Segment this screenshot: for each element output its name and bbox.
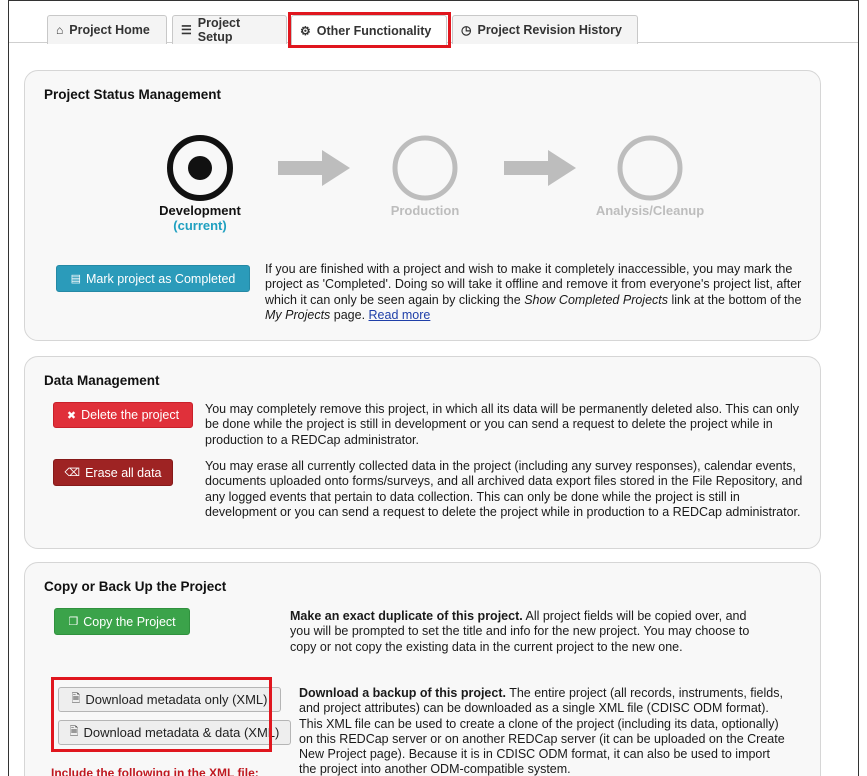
read-more-link[interactable]: Read more <box>369 308 431 322</box>
history-icon: ◷ <box>461 23 472 37</box>
panel-title: Copy or Back Up the Project <box>44 579 227 594</box>
step-analysis-label: Analysis/Cleanup <box>595 203 705 218</box>
backspace-icon: ⌫ <box>64 467 81 479</box>
erase-all-data-button[interactable]: ⌫ Erase all data <box>53 459 173 486</box>
mark-completed-description: If you are finished with a project and w… <box>265 262 802 322</box>
backup-description: Download a backup of this project. The e… <box>299 686 785 776</box>
tab-bar: ⌂ Project Home ☰ Project Setup ⚙ Other F… <box>9 1 858 48</box>
step-current-label: (current) <box>173 218 227 233</box>
analysis-status-icon <box>617 135 683 201</box>
delete-project-button[interactable]: ✖ Delete the project <box>53 402 193 428</box>
tab-project-revision-history[interactable]: ◷ Project Revision History <box>452 15 638 44</box>
delete-project-description: You may completely remove this project, … <box>205 402 800 447</box>
step-production-label: Production <box>390 203 460 218</box>
tab-project-setup[interactable]: ☰ Project Setup <box>172 15 287 44</box>
step-development-label: Development <box>159 203 241 218</box>
arrow-right-icon <box>504 150 576 186</box>
archive-icon: ▤ <box>70 273 82 285</box>
production-status-icon <box>392 135 458 201</box>
close-icon: ✖ <box>66 409 77 422</box>
arrow-right-icon <box>278 150 350 186</box>
project-status-panel: Project Status Management Development (c… <box>24 70 821 341</box>
data-management-panel: Data Management ✖ Delete the project You… <box>24 356 821 549</box>
include-note: Include the following in the XML file: <box>51 766 259 776</box>
copy-project-description: Make an exact duplicate of this project.… <box>290 609 750 654</box>
panel-title: Data Management <box>44 373 160 388</box>
tab-project-home[interactable]: ⌂ Project Home <box>47 15 167 44</box>
highlight-box-tab <box>288 12 451 48</box>
panel-title: Project Status Management <box>44 87 222 102</box>
copy-project-button[interactable]: ❐ Copy the Project <box>54 608 190 635</box>
checklist-icon: ☰ <box>181 23 192 37</box>
tab-label: Project Revision History <box>477 23 622 37</box>
home-icon: ⌂ <box>56 23 64 37</box>
development-status-icon <box>167 135 233 201</box>
mark-completed-button[interactable]: ▤ Mark project as Completed <box>56 265 250 292</box>
copy-icon: ❐ <box>68 616 79 628</box>
highlight-box-download <box>51 677 272 752</box>
tab-label: Project Home <box>69 23 150 37</box>
erase-data-description: You may erase all currently collected da… <box>205 459 803 519</box>
tab-label: Project Setup <box>197 16 241 44</box>
